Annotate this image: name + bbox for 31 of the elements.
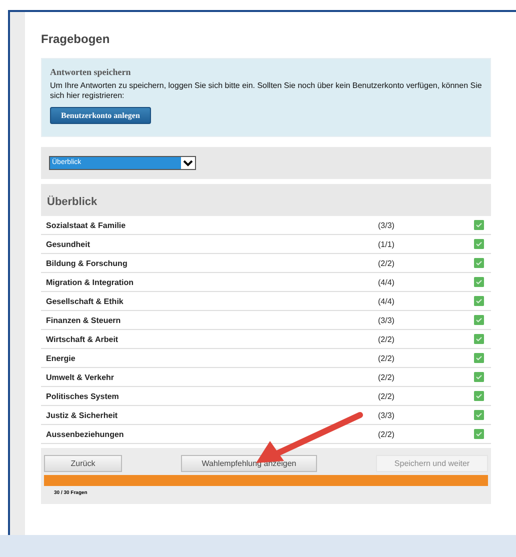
info-text: Um Ihre Antworten zu speichern, loggen Sie sich bitte ein. Sollten Sie noch über kein Benutzerkonto verfügen, können Sie sich hier registrieren: — [50, 81, 482, 101]
topic-count: (1/1) — [378, 240, 396, 248]
topic-name[interactable]: Justiz & Sicherheit — [46, 410, 378, 420]
topic-name[interactable]: Gesundheit — [46, 240, 378, 248]
page-title: Fragebogen — [41, 32, 111, 46]
nav-button[interactable]: Zurück — [44, 455, 122, 472]
info-heading: Antworten speichern — [50, 67, 132, 77]
create-account-button[interactable]: Benutzerkonto anlegen — [50, 107, 151, 124]
topic-count: (3/3) — [378, 316, 396, 324]
topic-name[interactable]: Energie — [46, 354, 378, 362]
topic-count: (2/2) — [378, 334, 396, 344]
topic-count: (2/2) — [378, 258, 396, 268]
topic-count: (3/3) — [378, 220, 396, 230]
nav-button[interactable]: Wahlempfehlung anzeigen — [181, 455, 317, 472]
topic-count: (2/2) — [378, 392, 396, 400]
topic-count: (4/4) — [378, 278, 396, 286]
topic-name[interactable]: Gesellschaft & Ethik — [46, 296, 378, 306]
topic-name[interactable]: Bildung & Forschung — [46, 258, 378, 268]
topic-name[interactable]: Finanzen & Steuern — [46, 316, 378, 324]
topic-name[interactable]: Aussenbeziehungen — [46, 430, 378, 438]
topic-count: (2/2) — [378, 372, 396, 382]
topic-name[interactable]: Migration & Integration — [46, 278, 378, 286]
topic-name[interactable]: Politisches System — [46, 392, 378, 400]
overview-heading: Überblick — [47, 196, 98, 208]
topic-count: (2/2) — [378, 430, 396, 438]
topic-name[interactable]: Sozialstaat & Familie — [46, 220, 378, 230]
topic-name[interactable]: Wirtschaft & Arbeit — [46, 334, 378, 344]
topic-count: (3/3) — [378, 410, 396, 420]
topic-count: (2/2) — [378, 354, 396, 362]
topic-name[interactable]: Umwelt & Verkehr — [46, 372, 378, 382]
topic-count: (4/4) — [378, 296, 396, 306]
